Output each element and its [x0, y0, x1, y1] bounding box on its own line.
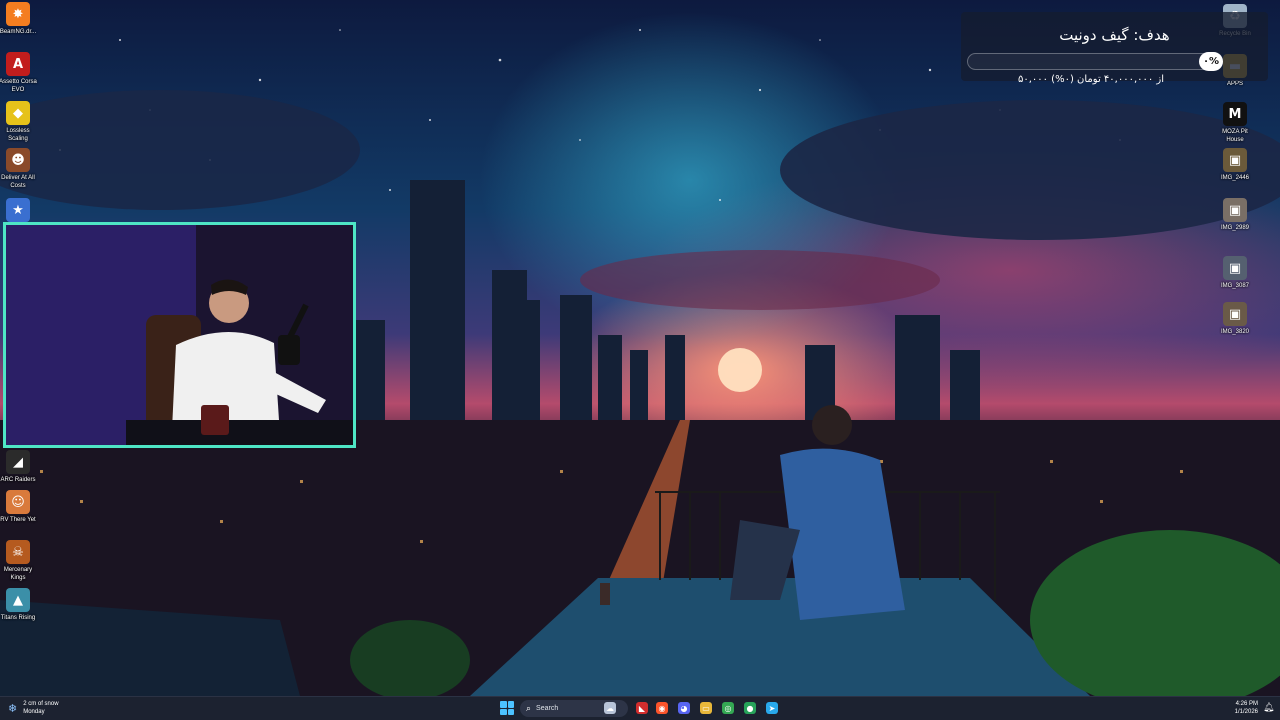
desktop-icon-arc-raiders[interactable]: ◢ ARC Raiders — [0, 450, 40, 484]
taskbar-app-green-icon[interactable]: ● — [744, 702, 756, 714]
lossless-scaling-icon: ◆ — [6, 101, 30, 125]
desktop-icon-label: Deliver At All Costs — [1, 175, 35, 189]
donation-amount-text: ۵۰,۰۰۰ از ۴۰,۰۰۰,۰۰۰ تومان (۰%) — [1017, 74, 1165, 85]
desktop-icon-label: IMG_3820 — [1220, 329, 1250, 335]
desktop-icon-titans-rising[interactable]: ▲ Titans Rising — [0, 588, 40, 622]
desktop-icon-moza-pit-house[interactable]: M MOZA Pit House — [1213, 102, 1257, 144]
taskbar: ❄ 2 cm of snow Monday ⌕ Search ☁ ◣ ◉ ◕ ▭ ◎ ● ➤ … — [0, 696, 1280, 720]
desktop-icon-label: Lossless Scaling — [6, 128, 30, 142]
img-2446-icon: ▣ — [1223, 148, 1247, 172]
assetto-corsa-evo-icon: A — [6, 52, 30, 76]
donation-progress-bar — [967, 53, 1213, 70]
clock-time: 4:26 PM — [1235, 701, 1258, 707]
desktop-icon-label: ARC Raiders — [0, 477, 36, 483]
desktop-icon-label: BeamNG.dr... — [0, 29, 37, 35]
titans-rising-icon: ▲ — [6, 588, 30, 612]
desktop-icon-img-3087[interactable]: ▣ IMG_3087 — [1213, 256, 1257, 290]
weather-day: Monday — [23, 709, 45, 715]
taskbar-snow-cloud-icon[interactable]: ☁ — [604, 702, 616, 714]
desktop-icon-img-2446[interactable]: ▣ IMG_2446 — [1213, 148, 1257, 182]
clock-date: 1/1/2026 — [1234, 709, 1258, 715]
desktop-icon-label: Mercenary Kings — [3, 567, 33, 581]
desktop-icon-label: IMG_2989 — [1220, 225, 1250, 231]
taskbar-brave-browser-icon[interactable]: ◉ — [656, 702, 668, 714]
moza-pit-house-icon: M — [1223, 102, 1247, 126]
search-placeholder: Search — [536, 705, 559, 712]
game-icon-5-icon: ★ — [6, 198, 30, 222]
desktop-icon-label: RV There Yet — [0, 517, 36, 523]
desktop-icon-label: APPS — [1226, 81, 1243, 87]
snow-weather-icon: ❄ — [8, 702, 18, 715]
desktop-icon-img-2989[interactable]: ▣ IMG_2989 — [1213, 198, 1257, 232]
notification-bell-icon[interactable]: 🔔︎ — [1263, 702, 1274, 713]
taskbar-telegram-icon[interactable]: ➤ — [766, 702, 778, 714]
desktop-icon-game-icon-5[interactable]: ★ — [0, 198, 40, 222]
desktop-icon-beamng[interactable]: ✸ BeamNG.dr... — [0, 2, 40, 36]
taskbar-app-red-icon[interactable]: ◣ — [636, 702, 648, 714]
desktop-icon-label: Assetto Corsa EVO — [0, 79, 37, 93]
search-icon: ⌕ — [526, 703, 532, 713]
desktop-icon-label: Titans Rising — [0, 615, 36, 621]
desktop-icon-deliver-at-all-costs[interactable]: ☻ Deliver At All Costs — [0, 148, 40, 190]
desktop-icon-rv-there-yet[interactable]: ☺ RV There Yet — [0, 490, 40, 524]
img-3087-icon: ▣ — [1223, 256, 1247, 280]
donation-title: هدف: گیف دونیت — [1059, 26, 1170, 44]
arc-raiders-icon: ◢ — [6, 450, 30, 474]
img-2989-icon: ▣ — [1223, 198, 1247, 222]
webcam-overlay — [3, 222, 356, 448]
desktop-icon-label: IMG_2446 — [1220, 175, 1250, 181]
desktop-icon-assetto-corsa-evo[interactable]: A Assetto Corsa EVO — [0, 52, 40, 94]
desktop-icon-mercenary-kings[interactable]: ☠ Mercenary Kings — [0, 540, 40, 582]
desktop-icon-lossless-scaling[interactable]: ◆ Lossless Scaling — [0, 101, 40, 143]
desktop-icon-label: IMG_3087 — [1220, 283, 1250, 289]
desktop-icon-img-3820[interactable]: ▣ IMG_3820 — [1213, 302, 1257, 336]
donation-percent-badge: ۰% — [1199, 52, 1223, 71]
start-button[interactable] — [500, 701, 514, 715]
system-clock[interactable]: 4:26 PM 1/1/2026 — [1218, 700, 1258, 716]
deliver-at-all-costs-icon: ☻ — [6, 148, 30, 172]
desktop-icon-label: MOZA Pit House — [1222, 129, 1248, 143]
rv-there-yet-icon: ☺ — [6, 490, 30, 514]
beamng-icon: ✸ — [6, 2, 30, 26]
donation-goal-widget: هدف: گیف دونیت ۰% ۵۰,۰۰۰ از ۴۰,۰۰۰,۰۰۰ ت… — [961, 12, 1268, 85]
weather-widget[interactable]: ❄ 2 cm of snow Monday — [8, 700, 59, 716]
img-3820-icon: ▣ — [1223, 302, 1247, 326]
mercenary-kings-icon: ☠ — [6, 540, 30, 564]
taskbar-file-explorer-icon[interactable]: ▭ — [700, 702, 712, 714]
weather-condition: 2 cm of snow — [23, 701, 59, 707]
taskbar-discord-icon[interactable]: ◕ — [678, 702, 690, 714]
taskbar-chrome-icon[interactable]: ◎ — [722, 702, 734, 714]
